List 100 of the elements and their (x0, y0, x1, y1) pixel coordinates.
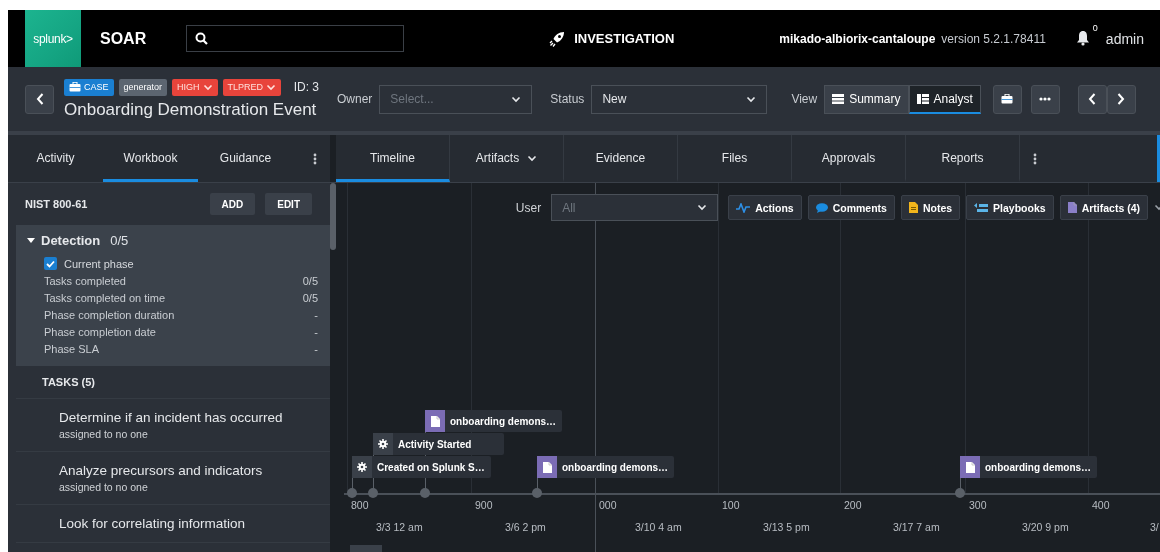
more-icon[interactable] (1039, 97, 1052, 101)
gear-icon (357, 462, 367, 472)
document-icon (965, 461, 975, 473)
stat-label: Tasks completed (44, 274, 126, 289)
checkbox-label: Current phase (64, 257, 134, 270)
chevron-down-icon (746, 95, 757, 103)
columns-icon (916, 93, 929, 104)
previous-button[interactable] (1077, 84, 1107, 114)
previous-icon (1087, 92, 1098, 106)
workbook-button[interactable]: ADD (209, 193, 256, 215)
back-button[interactable] (25, 84, 54, 114)
panel-tab[interactable]: Approvals (792, 135, 906, 182)
briefcase-icon (69, 82, 81, 92)
tag-badge: generator (118, 78, 168, 96)
owner-label: Owner (337, 92, 373, 106)
case-title: Onboarding Demonstration Event (64, 99, 318, 120)
axis-date-label: 3/20 9 pm (1022, 521, 1069, 533)
scrollbar[interactable] (330, 183, 336, 250)
view-option[interactable]: Summary (824, 84, 909, 114)
panel-tab[interactable]: Artifacts (450, 135, 564, 182)
panel-tab[interactable]: Reports (906, 135, 1020, 182)
back-icon (34, 92, 45, 106)
document-icon (542, 461, 552, 473)
task-title[interactable]: Look for correlating information (59, 516, 330, 531)
chevron-down-icon (511, 95, 522, 103)
document-icon (430, 415, 440, 427)
user-menu[interactable]: admin (1105, 30, 1144, 47)
search-icon (195, 32, 209, 45)
task-title[interactable]: Determine if an incident has occurred (59, 410, 330, 425)
axis-date-label: 3/17 7 am (893, 521, 940, 533)
scrollbar[interactable] (350, 545, 382, 552)
stat-label: Tasks completed on time (44, 291, 166, 306)
bell-icon (1075, 29, 1090, 46)
section-title: INVESTIGATION (574, 31, 675, 46)
filter-button[interactable]: Notes (900, 195, 961, 220)
timeline-point[interactable] (532, 488, 542, 498)
stat-value: - (314, 325, 318, 340)
axis-tick-label: 900 (475, 499, 493, 511)
filter-button[interactable]: Comments (807, 195, 895, 220)
chevron-down-icon (697, 204, 708, 211)
phase-name[interactable]: Detection (41, 233, 101, 248)
more-icon[interactable] (1033, 152, 1037, 165)
comment-icon (815, 202, 828, 213)
axis-tick-label: 400 (1092, 499, 1110, 511)
activity-icon (736, 202, 751, 213)
view-option[interactable]: Analyst (908, 84, 981, 114)
playbook-icon (974, 202, 989, 213)
workbook-name: NIST 800-61 (25, 198, 89, 210)
timeline-point[interactable] (420, 488, 430, 498)
product-name: SOAR (100, 29, 147, 48)
task-assignee: assigned to no one (59, 428, 149, 440)
axis-date-label: 3/ (1150, 521, 1159, 533)
checkbox[interactable] (44, 257, 57, 270)
task-title[interactable]: Analyze precursors and indicators (59, 463, 330, 478)
timeline-point[interactable] (368, 488, 378, 498)
axis-date-label: 3/10 4 am (635, 521, 682, 533)
filter-button[interactable]: Artifacts (4) (1059, 195, 1148, 220)
briefcase-button[interactable] (992, 84, 1022, 114)
forward-icon (1116, 92, 1127, 106)
timeline-point[interactable] (955, 488, 965, 498)
note-icon (908, 202, 918, 213)
search-field[interactable] (186, 25, 405, 52)
more-button[interactable] (1030, 84, 1060, 114)
next-button[interactable] (1106, 84, 1136, 114)
more-icon[interactable] (313, 152, 317, 165)
view-label: View (791, 92, 818, 106)
version-label: version 5.2.1.78411 (941, 31, 1046, 46)
timeline-event[interactable]: onboarding demons… (960, 456, 1098, 478)
panel-tab[interactable]: Activity (8, 135, 103, 182)
status-select[interactable]: New (591, 84, 768, 114)
timeline-point[interactable] (347, 488, 357, 498)
axis-date-label: 3/6 2 pm (505, 521, 546, 533)
axis-tick-label: 800 (351, 499, 369, 511)
briefcase-icon (1001, 94, 1014, 104)
task-assignee: assigned to no one (59, 481, 149, 493)
stat-label: Phase completion date (44, 325, 156, 340)
checkmark-icon (46, 259, 55, 268)
timeline-event[interactable]: onboarding demons… (425, 410, 563, 432)
status-label: Status (550, 92, 585, 106)
user-label: User (515, 200, 542, 215)
axis-tick-label: 200 (844, 499, 862, 511)
case-type-badge: CASE (64, 78, 114, 96)
axis-tick-label: 300 (969, 499, 987, 511)
stat-label: Phase completion duration (44, 308, 175, 323)
list-icon (832, 94, 845, 104)
rocket-icon (549, 30, 567, 47)
timeline-event[interactable]: Activity Started (373, 433, 504, 455)
timeline-event[interactable]: onboarding demons… (537, 456, 675, 478)
document-icon (1067, 202, 1077, 213)
workbook-button[interactable]: EDIT (265, 193, 312, 215)
timeline-event[interactable]: Created on Splunk S… (352, 456, 491, 478)
panel-tab[interactable]: Evidence (564, 135, 678, 182)
filter-button[interactable]: Actions (728, 195, 802, 220)
stat-value: 0/5 (302, 291, 318, 306)
filter-button[interactable]: Playbooks (966, 195, 1054, 220)
panel-tab[interactable]: Files (678, 135, 792, 182)
panel-tab[interactable]: Guidance (198, 135, 293, 182)
notification-count: 0 (1092, 22, 1098, 33)
instance-name: mikado-albiorix-cantaloupe (779, 31, 936, 46)
gear-icon (378, 439, 388, 449)
